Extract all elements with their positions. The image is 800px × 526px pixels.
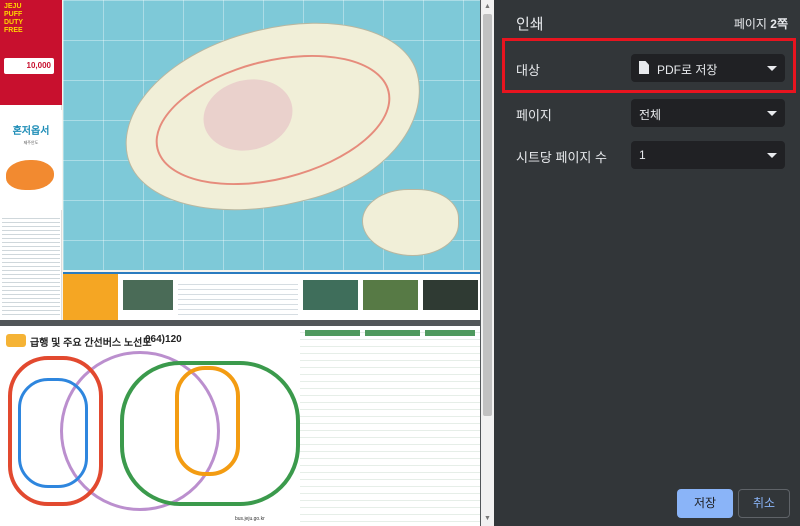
qr-panel (63, 274, 118, 320)
preview-page-2: 급행 및 주요 간선버스 노선도 064)120 bus.jeju.go.kr (0, 326, 480, 526)
scrollbar-thumb[interactable] (483, 14, 492, 416)
bus-map-title: 급행 및 주요 간선버스 노선도 (30, 338, 152, 349)
page1-bottom-strip (63, 272, 480, 320)
ad-brand-text: JEJU PUFF DUTY FREE (4, 3, 23, 34)
page1-left-column: JEJU PUFF DUTY FREE 10,000 혼저옵서 제주안도 (0, 0, 62, 320)
udo-inset-map (363, 190, 458, 255)
column-header (305, 330, 360, 336)
scroll-up-arrow-icon[interactable]: ▲ (481, 0, 494, 14)
ad-coupon-value: 10,000 (26, 61, 51, 70)
pages-label: 페이지 (516, 108, 552, 123)
info-text-block (178, 280, 298, 316)
photo-2 (303, 280, 358, 310)
bus-website: bus.jeju.go.kr (235, 516, 265, 522)
pages-select[interactable]: 전체 (631, 99, 785, 127)
preview-page-1: JEJU PUFF DUTY FREE 10,000 혼저옵서 제주안도 (0, 0, 480, 320)
ad-coupon: 10,000 (4, 58, 54, 74)
bus-route-blue (18, 378, 88, 488)
bus-route-orange (175, 366, 240, 476)
cancel-button[interactable]: 취소 (738, 489, 790, 518)
destination-highlight-box (502, 38, 796, 93)
pages-per-sheet-select[interactable]: 1 (631, 141, 785, 169)
page-count: 페이지 2쪽 (734, 15, 788, 32)
photo-1 (123, 280, 173, 310)
print-preview-window: JEJU PUFF DUTY FREE 10,000 혼저옵서 제주안도 급행 … (0, 0, 800, 526)
save-button[interactable]: 저장 (677, 489, 733, 518)
scroll-down-arrow-icon[interactable]: ▼ (481, 512, 494, 526)
pages-per-sheet-label: 시트당 페이지 수 (516, 150, 607, 165)
column-header (425, 330, 475, 336)
photo-4 (423, 280, 478, 310)
print-preview-area: JEJU PUFF DUTY FREE 10,000 혼저옵서 제주안도 급행 … (0, 0, 494, 526)
guide-panel: 혼저옵서 제주안도 (0, 110, 62, 210)
guide-subtitle: 제주안도 (23, 140, 39, 145)
island-illustration (6, 160, 54, 190)
index-list (2, 215, 60, 315)
bus-map-phone: 064)120 (145, 334, 182, 345)
dialog-title: 인쇄 (516, 16, 544, 33)
chevron-down-icon (767, 111, 777, 116)
bus-icon (6, 334, 26, 347)
page-count-prefix: 페이지 (733, 17, 771, 31)
chevron-down-icon (767, 153, 777, 158)
preview-scrollbar[interactable]: ▲ ▼ (481, 0, 494, 526)
jeju-tourist-map (63, 0, 480, 270)
photo-3 (363, 280, 418, 310)
page-count-value: 2쪽 (770, 17, 788, 31)
column-header (365, 330, 420, 336)
duty-free-ad: JEJU PUFF DUTY FREE 10,000 (0, 0, 62, 105)
guide-title: 혼저옵서 (12, 126, 50, 137)
pages-value: 전체 (639, 108, 662, 122)
bus-timetable-columns (300, 326, 480, 526)
pages-per-sheet-value: 1 (639, 148, 646, 162)
